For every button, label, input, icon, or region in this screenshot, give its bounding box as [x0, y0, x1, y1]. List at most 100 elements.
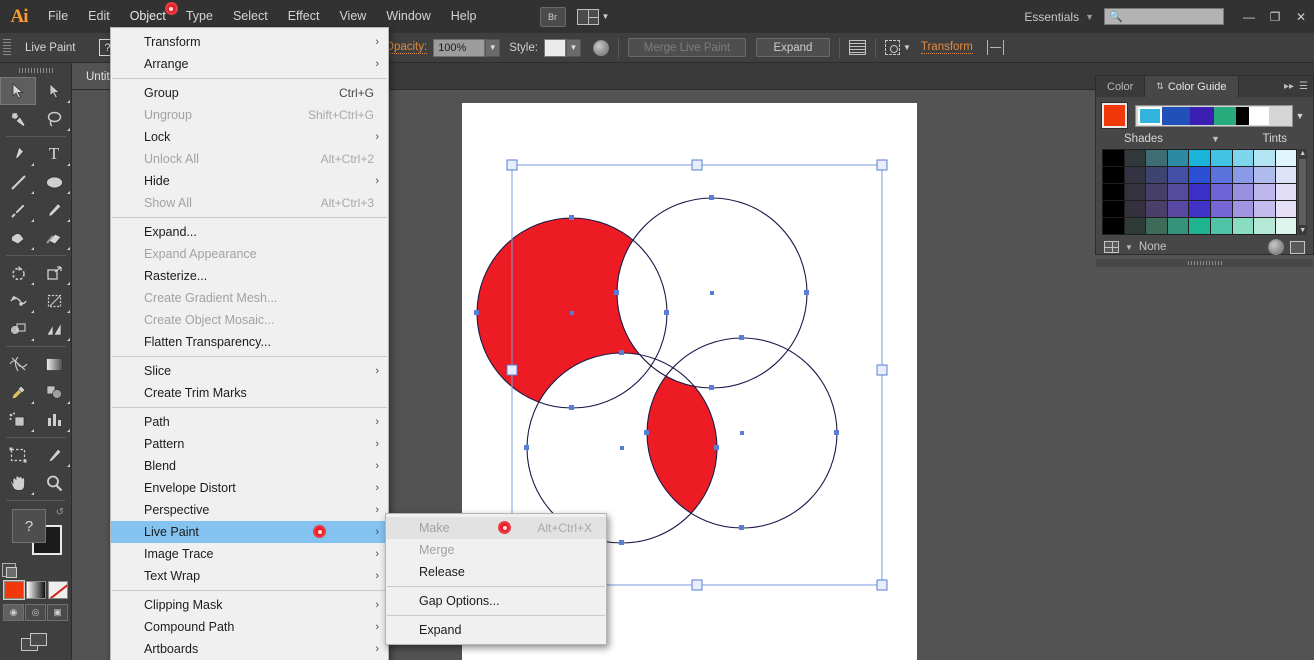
blob-brush-tool[interactable]	[0, 224, 36, 252]
color-swatch[interactable]	[1124, 150, 1146, 167]
transform-link[interactable]: Transform	[921, 41, 973, 54]
menu-item-unlock-all[interactable]: Unlock All Alt+Ctrl+2	[111, 148, 388, 170]
menu-help[interactable]: Help	[441, 0, 487, 33]
color-swatch[interactable]	[1103, 184, 1125, 201]
menu-item-path[interactable]: Path ›	[111, 411, 388, 433]
color-swatch[interactable]	[1275, 201, 1297, 218]
color-swatch[interactable]	[1146, 201, 1168, 218]
color-swatch[interactable]	[1275, 167, 1297, 184]
gradient-mode-button[interactable]	[26, 581, 46, 599]
color-swatch[interactable]	[1124, 167, 1146, 184]
menu-item-artboards[interactable]: Artboards ›	[111, 638, 388, 660]
menu-item-transform[interactable]: Transform ›	[111, 31, 388, 53]
color-swatch[interactable]	[1124, 184, 1146, 201]
arrange-documents-icon[interactable]	[577, 9, 599, 25]
minimize-button[interactable]: —	[1236, 6, 1262, 28]
blend-tool[interactable]	[36, 378, 72, 406]
color-swatch[interactable]	[1232, 201, 1254, 218]
submenu-item-release[interactable]: Release	[386, 561, 606, 583]
free-transform-tool[interactable]	[36, 287, 72, 315]
menu-item-ungroup[interactable]: Ungroup Shift+Ctrl+G	[111, 104, 388, 126]
panel-resize-grip[interactable]	[1096, 259, 1313, 267]
color-swatch[interactable]	[1275, 184, 1297, 201]
color-swatch[interactable]	[1210, 184, 1232, 201]
color-swatch[interactable]	[1167, 184, 1189, 201]
object-menu-dropdown[interactable]: Transform › Arrange › Group Ctrl+G Ungro…	[110, 27, 389, 660]
document-setup-icon[interactable]	[849, 40, 866, 55]
color-swatch[interactable]	[1275, 218, 1297, 235]
color-swatch[interactable]	[1210, 201, 1232, 218]
chevron-down-icon[interactable]: ▼	[1085, 12, 1094, 22]
color-swatch[interactable]	[1210, 167, 1232, 184]
color-swatch[interactable]	[1146, 184, 1168, 201]
color-swatch[interactable]	[1189, 150, 1211, 167]
color-swatch[interactable]	[1189, 184, 1211, 201]
default-fill-stroke-icon[interactable]	[2, 563, 16, 577]
width-tool[interactable]	[0, 287, 36, 315]
direct-selection-tool[interactable]	[36, 77, 72, 105]
color-swatch[interactable]	[1232, 167, 1254, 184]
swap-fill-stroke-icon[interactable]: ↺	[56, 507, 64, 518]
color-swatch[interactable]	[1146, 218, 1168, 235]
ellipse-tool[interactable]	[36, 168, 72, 196]
tab-color[interactable]: Color	[1096, 76, 1145, 97]
column-graph-tool[interactable]	[36, 406, 72, 434]
color-swatch[interactable]	[1254, 201, 1276, 218]
fill-swatch[interactable]: ?	[12, 509, 46, 543]
tab-color-guide[interactable]: ⇅ Color Guide	[1145, 76, 1238, 97]
hand-tool[interactable]	[0, 469, 36, 497]
color-swatch[interactable]	[1232, 184, 1254, 201]
gradient-tool[interactable]	[36, 350, 72, 378]
tools-panel-grip[interactable]	[0, 63, 71, 77]
pencil-tool[interactable]	[36, 196, 72, 224]
scale-tool[interactable]	[36, 259, 72, 287]
menu-item-text-wrap[interactable]: Text Wrap ›	[111, 565, 388, 587]
control-bar-grip[interactable]	[3, 39, 11, 57]
scroll-down-icon[interactable]: ▼	[1298, 226, 1307, 235]
recolor-artwork-icon[interactable]	[593, 40, 609, 56]
color-swatch[interactable]	[1124, 201, 1146, 218]
harmony-dropdown-icon[interactable]: ▼	[1293, 111, 1307, 121]
menu-item-hide[interactable]: Hide ›	[111, 170, 388, 192]
workspace-label[interactable]: Essentials	[1018, 10, 1085, 24]
collapse-panel-icon[interactable]: ▸▸	[1284, 81, 1294, 92]
menu-item-create-object-mosaic[interactable]: Create Object Mosaic...	[111, 309, 388, 331]
harmony-swatch[interactable]	[1214, 107, 1236, 125]
draw-behind-icon[interactable]: ◎	[25, 604, 46, 621]
slice-tool[interactable]	[36, 441, 72, 469]
restore-button[interactable]: ❐	[1262, 6, 1288, 28]
rotate-tool[interactable]	[0, 259, 36, 287]
lasso-tool[interactable]	[36, 105, 72, 133]
menu-item-expand-appearance[interactable]: Expand Appearance	[111, 243, 388, 265]
pen-tool[interactable]	[0, 140, 36, 168]
isolate-icon[interactable]	[987, 40, 1004, 55]
harmony-color-strip[interactable]	[1135, 105, 1293, 127]
shape-builder-tool[interactable]	[0, 315, 36, 343]
color-swatch[interactable]	[1167, 150, 1189, 167]
menu-item-group[interactable]: Group Ctrl+G	[111, 82, 388, 104]
limit-color-group-icon[interactable]	[1104, 241, 1119, 253]
submenu-item-expand[interactable]: Expand	[386, 619, 606, 641]
style-swatch[interactable]	[544, 39, 566, 57]
harmony-swatch[interactable]	[1236, 107, 1249, 125]
screen-mode-button[interactable]	[0, 633, 71, 653]
base-color-swatch[interactable]	[1102, 103, 1127, 128]
harmony-swatch[interactable]	[1249, 107, 1269, 125]
save-color-group-icon[interactable]	[1290, 241, 1305, 254]
menu-item-envelope-distort[interactable]: Envelope Distort ›	[111, 477, 388, 499]
opacity-label[interactable]: Opacity:	[385, 41, 427, 54]
opacity-input[interactable]: 100%	[433, 39, 485, 57]
line-segment-tool[interactable]	[0, 168, 36, 196]
color-swatch[interactable]	[1146, 150, 1168, 167]
magic-wand-tool[interactable]	[0, 105, 36, 133]
scroll-up-icon[interactable]: ▲	[1298, 149, 1307, 158]
zoom-tool[interactable]	[36, 469, 72, 497]
color-swatch[interactable]	[1189, 167, 1211, 184]
color-mode-button[interactable]	[4, 581, 24, 599]
opacity-dropdown-caret-icon[interactable]: ▼	[485, 39, 500, 57]
scroll-thumb[interactable]	[1299, 159, 1306, 225]
menu-item-perspective[interactable]: Perspective ›	[111, 499, 388, 521]
menu-item-create-gradient-mesh[interactable]: Create Gradient Mesh...	[111, 287, 388, 309]
chevron-down-icon[interactable]: ▼	[903, 43, 911, 52]
menu-file[interactable]: File	[38, 0, 78, 33]
